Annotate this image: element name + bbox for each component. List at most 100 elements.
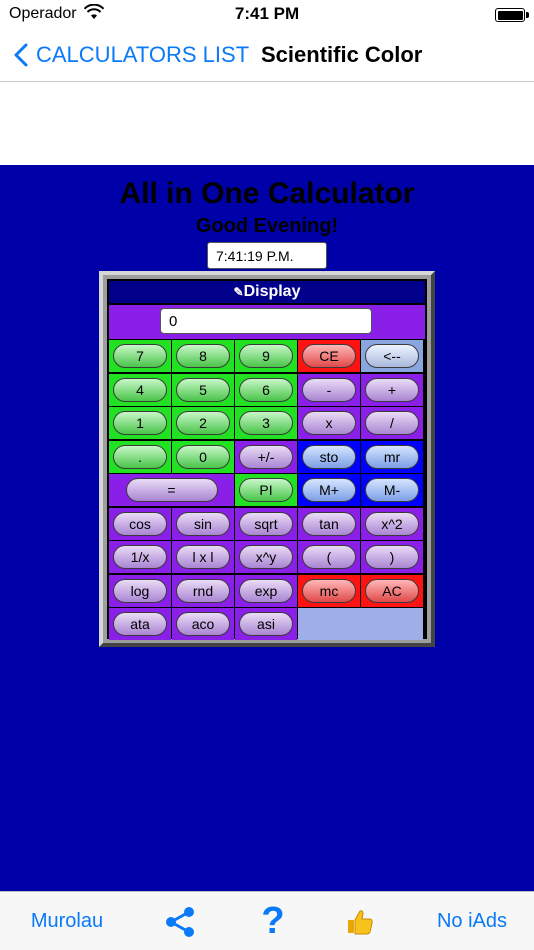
- key-button-4[interactable]: 4: [113, 377, 167, 402]
- key-button-mc[interactable]: mc: [302, 578, 356, 603]
- greeting-text: Good Evening!: [195, 215, 339, 237]
- key-button-CE[interactable]: CE: [302, 344, 356, 368]
- key-cell: [298, 608, 423, 640]
- key-button-aco[interactable]: aco: [176, 612, 230, 636]
- key-button-9[interactable]: 9: [239, 344, 293, 368]
- key-button-sqrt[interactable]: sqrt: [239, 511, 293, 536]
- key-cell: mr: [361, 440, 423, 473]
- key-cell: ): [361, 541, 423, 573]
- key-cell: 6: [235, 373, 297, 406]
- key-button-x[interactable]: x: [302, 411, 356, 435]
- key-button-7[interactable]: 7: [113, 344, 167, 368]
- key-cell: PI: [235, 474, 297, 506]
- navigation-bar: CALCULATORS LIST Scientific Color: [0, 30, 534, 82]
- key-cell: sqrt: [235, 507, 297, 540]
- key-cell: +/-: [235, 440, 297, 473]
- like-button[interactable]: [330, 892, 390, 950]
- key-button-[interactable]: <--: [365, 344, 419, 368]
- key-cell: +: [361, 373, 423, 406]
- clock-display: 7:41:19 P.M.: [207, 242, 327, 269]
- battery-icon: [495, 8, 529, 22]
- key-button-[interactable]: /: [365, 411, 419, 435]
- pencil-icon: ✎: [233, 285, 244, 299]
- key-cell: AC: [361, 574, 423, 607]
- key-cell: 2: [172, 407, 234, 439]
- key-button-sto[interactable]: sto: [302, 444, 356, 469]
- display-row: [109, 305, 425, 339]
- key-button-6[interactable]: 6: [239, 377, 293, 402]
- key-cell: cos: [109, 507, 171, 540]
- key-cell: sin: [172, 507, 234, 540]
- key-button-1x[interactable]: 1/x: [113, 545, 167, 569]
- key-cell: log: [109, 574, 171, 607]
- calculator-body: ✎Display 789 CE <-- 456-+123x /. 0 +/- stomr = PI…: [107, 279, 427, 640]
- key-cell: rnd: [172, 574, 234, 607]
- thumbs-up-icon: [348, 909, 373, 934]
- key-button-5[interactable]: 5: [176, 377, 230, 402]
- key-cell: ata: [109, 608, 171, 640]
- key-button-0[interactable]: 0: [176, 444, 230, 469]
- key-cell: x^y: [235, 541, 297, 573]
- key-button-xy[interactable]: x^y: [239, 545, 293, 569]
- key-button-3[interactable]: 3: [239, 411, 293, 435]
- murolau-label: Murolau: [30, 910, 104, 932]
- app-heading: All in One Calculator: [119, 177, 415, 210]
- key-cell: 9: [235, 340, 297, 372]
- share-icon: [166, 906, 194, 937]
- key-button-exp[interactable]: exp: [239, 578, 293, 603]
- no-iads-button[interactable]: No iAds: [410, 892, 534, 950]
- key-button-[interactable]: -: [302, 377, 356, 402]
- key-button-[interactable]: =: [125, 478, 218, 502]
- key-button-[interactable]: (: [302, 545, 356, 569]
- key-button-rnd[interactable]: rnd: [176, 578, 230, 603]
- key-cell: x^2: [361, 507, 423, 540]
- key-button-sin[interactable]: sin: [176, 511, 230, 536]
- calculator-display-field[interactable]: [160, 308, 372, 334]
- key-button-x2[interactable]: x^2: [365, 511, 419, 536]
- key-button-cos[interactable]: cos: [113, 511, 167, 536]
- key-button-[interactable]: ): [365, 545, 419, 569]
- share-button[interactable]: [150, 892, 210, 950]
- key-cell: M-: [361, 474, 423, 506]
- key-cell: x: [298, 407, 360, 439]
- back-button[interactable]: CALCULATORS LIST: [14, 40, 249, 70]
- key-cell: exp: [235, 574, 297, 607]
- key-cell: (: [298, 541, 360, 573]
- key-button-AC[interactable]: AC: [365, 578, 419, 603]
- key-cell: sto: [298, 440, 360, 473]
- key-button-asi[interactable]: asi: [239, 612, 293, 636]
- key-button-M[interactable]: M-: [365, 478, 419, 502]
- key-cell: 7: [109, 340, 171, 372]
- key-cell: 1/x: [109, 541, 171, 573]
- key-cell: 5: [172, 373, 234, 406]
- key-button-8[interactable]: 8: [176, 344, 230, 368]
- key-button-[interactable]: +: [365, 377, 419, 402]
- key-button-tan[interactable]: tan: [302, 511, 356, 536]
- key-cell: aco: [172, 608, 234, 640]
- key-button-lxl[interactable]: l x l: [176, 545, 230, 569]
- key-button-2[interactable]: 2: [176, 411, 230, 435]
- bottom-toolbar: Murolau ? No iAds: [0, 891, 534, 950]
- key-button-M[interactable]: M+: [302, 478, 356, 502]
- key-button-[interactable]: .: [113, 444, 167, 469]
- back-button-label: CALCULATORS LIST: [36, 42, 250, 67]
- key-cell: 1: [109, 407, 171, 439]
- key-button-ata[interactable]: ata: [113, 612, 167, 636]
- key-button-PI[interactable]: PI: [239, 478, 293, 502]
- key-cell: M+: [298, 474, 360, 506]
- question-mark-icon: ?: [261, 900, 285, 942]
- key-cell: asi: [235, 608, 297, 640]
- display-label: Display: [243, 283, 301, 300]
- key-cell: tan: [298, 507, 360, 540]
- key-cell: 4: [109, 373, 171, 406]
- key-button-1[interactable]: 1: [113, 411, 167, 435]
- key-cell: 3: [235, 407, 297, 439]
- key-button-log[interactable]: log: [113, 578, 167, 603]
- status-bar: Operador 7:41 PM: [0, 0, 534, 30]
- help-button[interactable]: ?: [243, 892, 303, 950]
- murolau-button[interactable]: Murolau: [0, 892, 134, 950]
- key-button-mr[interactable]: mr: [365, 444, 419, 469]
- key-button-[interactable]: +/-: [239, 444, 293, 469]
- page-title: Scientific Color: [261, 42, 423, 67]
- ad-banner-area: [0, 83, 534, 165]
